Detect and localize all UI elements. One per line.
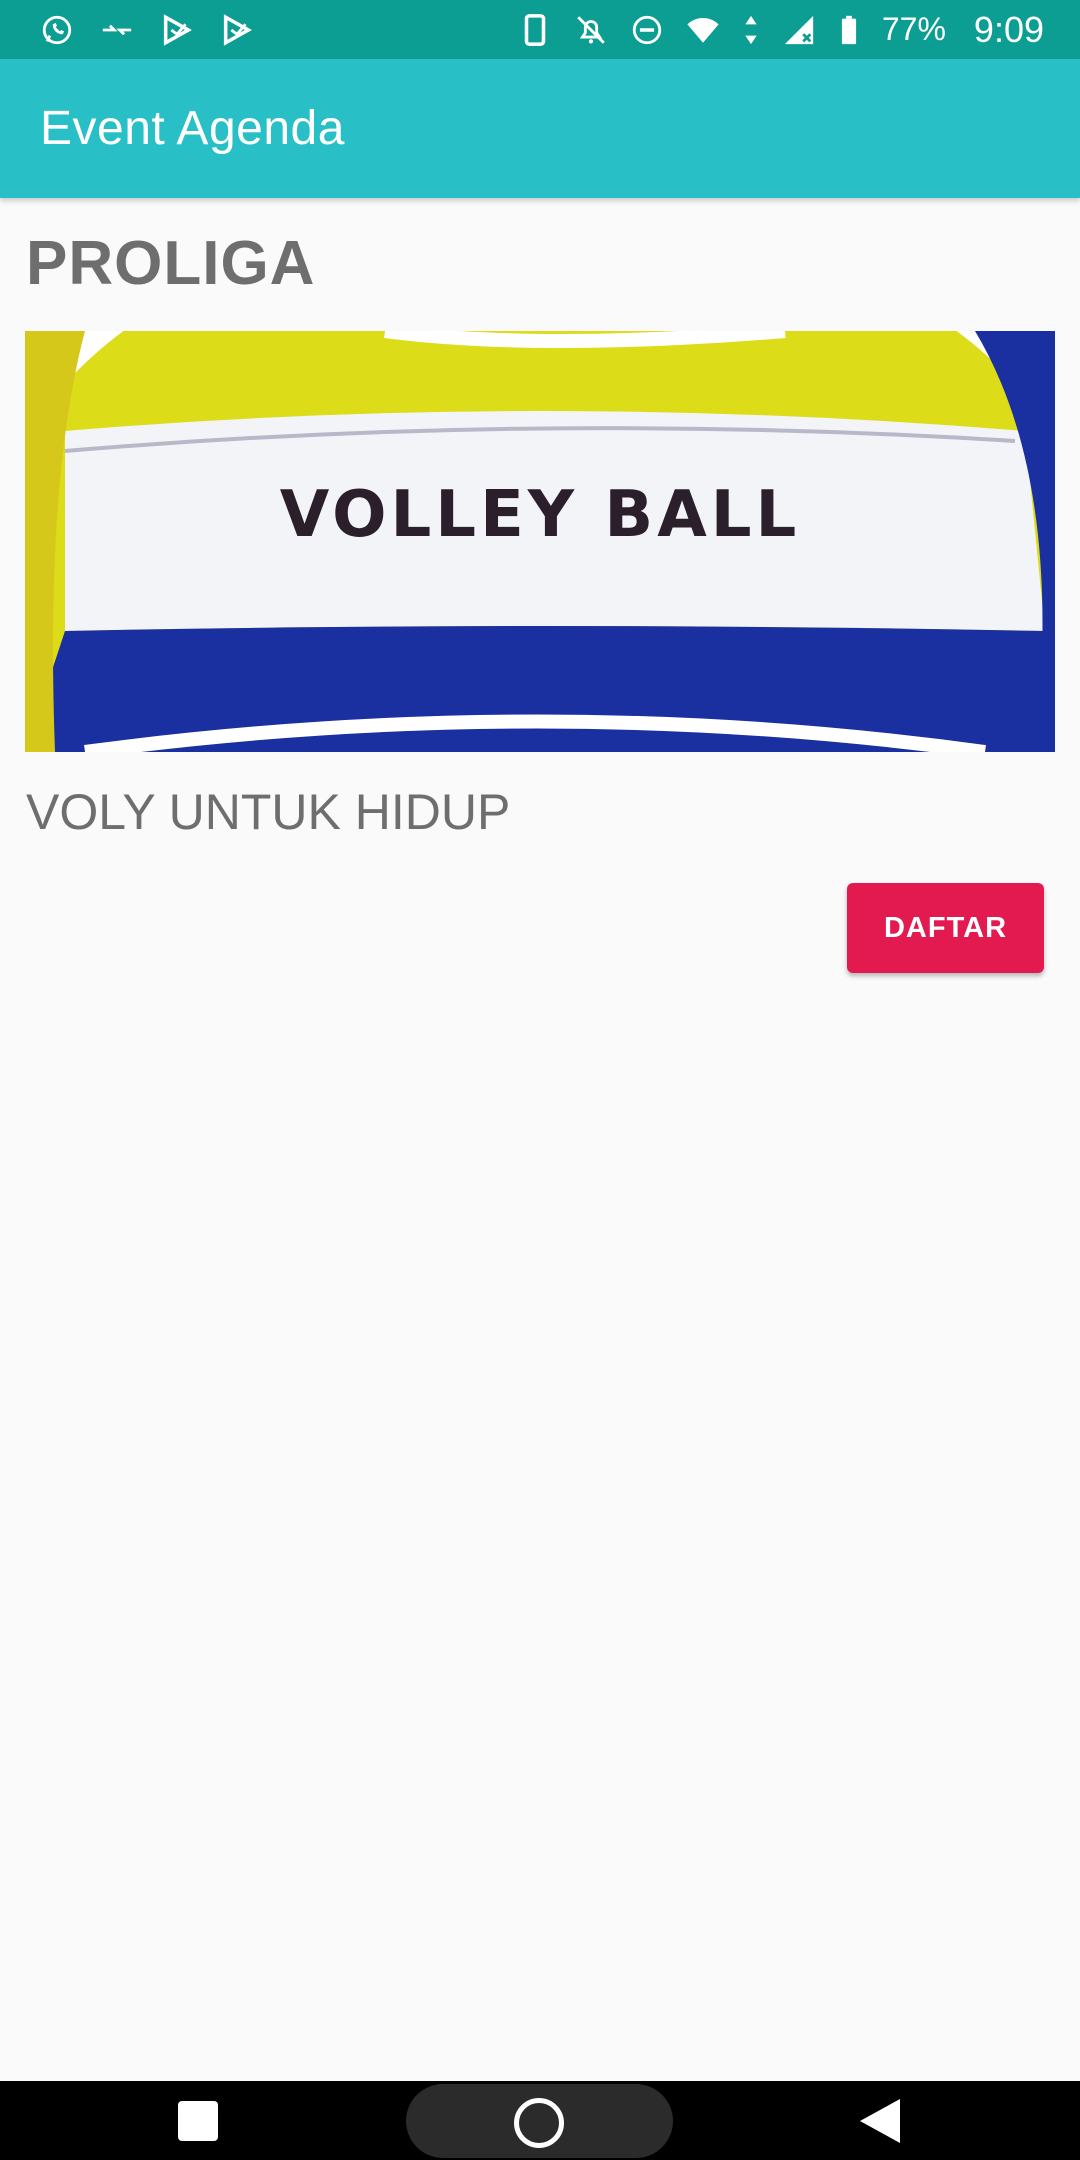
app-title: Event Agenda xyxy=(40,102,345,155)
wifi-icon xyxy=(686,13,720,47)
image-text: VOLLEY BALL xyxy=(280,478,801,552)
home-icon[interactable] xyxy=(514,2098,564,2148)
play-store-icon xyxy=(220,13,254,47)
event-description: VOLY UNTUK HIDUP xyxy=(26,784,511,840)
daftar-button[interactable]: DAFTAR xyxy=(847,883,1044,973)
bell-off-icon xyxy=(574,13,608,47)
battery-percentage: 77% xyxy=(881,11,946,47)
clock: 9:09 xyxy=(973,8,1044,50)
volleyball-image: VOLLEY BALL xyxy=(25,331,1055,752)
dnd-icon xyxy=(630,13,664,47)
back-icon[interactable] xyxy=(860,2099,900,2143)
transfer-icon xyxy=(100,13,134,47)
notification-icons xyxy=(40,13,254,47)
event-title: PROLIGA xyxy=(26,229,316,298)
navigation-bar xyxy=(0,2081,1080,2160)
whatsapp-icon xyxy=(40,13,74,47)
system-icons: 77% 9:09 xyxy=(518,9,1044,51)
signal-icon xyxy=(782,13,816,47)
status-bar: 77% 9:09 xyxy=(0,0,1080,59)
play-store-icon xyxy=(160,13,194,47)
event-image: VOLLEY BALL xyxy=(25,331,1055,752)
app-bar: Event Agenda xyxy=(0,59,1080,198)
phone-icon xyxy=(518,13,552,47)
data-arrows-icon xyxy=(742,13,760,47)
recent-apps-icon[interactable] xyxy=(178,2101,218,2141)
battery-icon xyxy=(838,13,860,47)
